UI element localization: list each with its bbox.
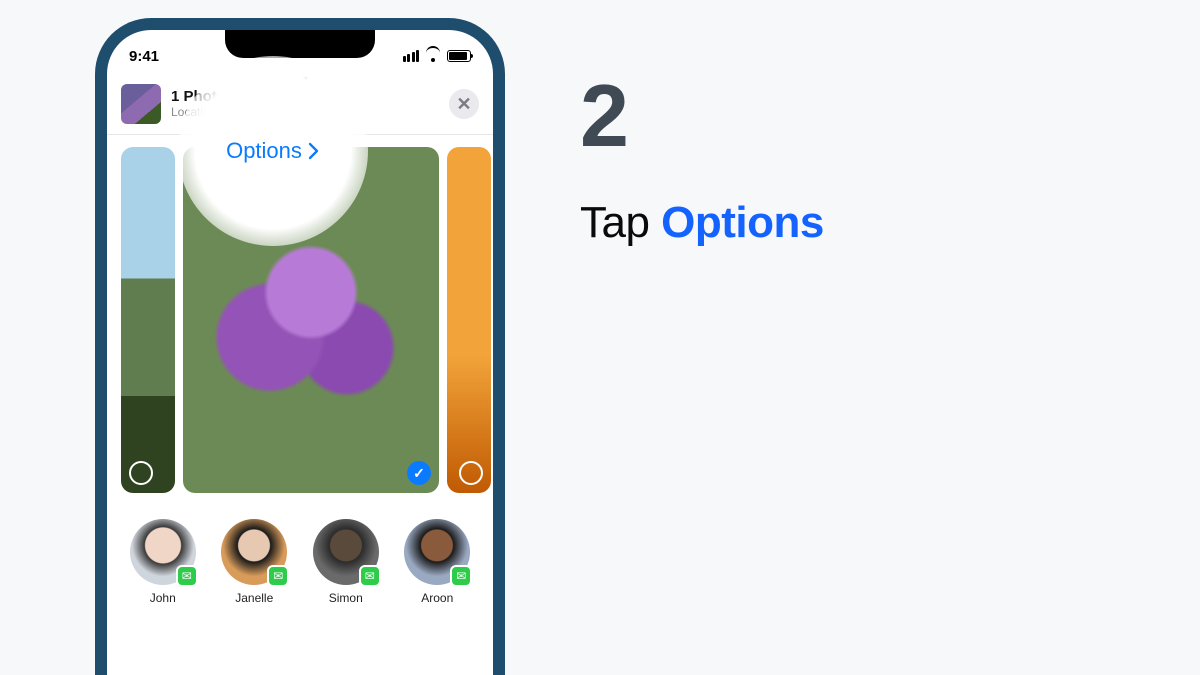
options-button[interactable]: Options [226, 138, 320, 164]
close-icon: ✕ [456, 94, 471, 115]
contact-name: Janelle [219, 591, 291, 605]
contact-name: John [127, 591, 199, 605]
options-label: Options [226, 138, 302, 164]
share-contact[interactable]: ✉ Janelle [219, 519, 291, 605]
step-prefix: Tap [580, 198, 661, 247]
share-contact[interactable]: ✉ John [127, 519, 199, 605]
chevron-right-icon [308, 142, 320, 160]
step-highlight: Options [661, 198, 824, 247]
messages-badge-icon: ✉ [450, 565, 472, 587]
close-button[interactable]: ✕ [449, 89, 479, 119]
messages-badge-icon: ✉ [267, 565, 289, 587]
status-right [403, 50, 472, 62]
share-contact[interactable]: ✉ Simon [310, 519, 382, 605]
share-contact[interactable]: ✉ Aroon [402, 519, 474, 605]
messages-badge-icon: ✉ [359, 565, 381, 587]
share-contacts-row: ✉ John ✉ Janelle ✉ Simon [107, 505, 493, 605]
instruction-panel: 2 Tap Options [580, 72, 824, 248]
avatar: ✉ [130, 519, 196, 585]
photo-item[interactable] [121, 147, 175, 493]
step-number: 2 [580, 72, 824, 160]
avatar: ✉ [313, 519, 379, 585]
photo-selected-check-icon[interactable]: ✓ [407, 461, 431, 485]
status-time: 9:41 [129, 48, 159, 65]
photo-unselected-circle-icon[interactable] [129, 461, 153, 485]
photo-item[interactable] [447, 147, 491, 493]
magnifier-highlight: Options [178, 56, 368, 246]
photo-unselected-circle-icon[interactable] [459, 461, 483, 485]
step-text: Tap Options [580, 198, 824, 248]
contact-name: Aroon [402, 591, 474, 605]
tutorial-slide: 9:41 ed 1 Photo Selected Locatio ✕ [0, 0, 1200, 675]
messages-badge-icon: ✉ [176, 565, 198, 587]
avatar: ✉ [221, 519, 287, 585]
cellular-icon [403, 50, 420, 62]
battery-icon [447, 50, 471, 62]
contact-name: Simon [310, 591, 382, 605]
selected-photo-thumb[interactable] [121, 84, 161, 124]
phone-notch [225, 30, 375, 58]
wifi-icon [425, 50, 441, 62]
avatar: ✉ [404, 519, 470, 585]
